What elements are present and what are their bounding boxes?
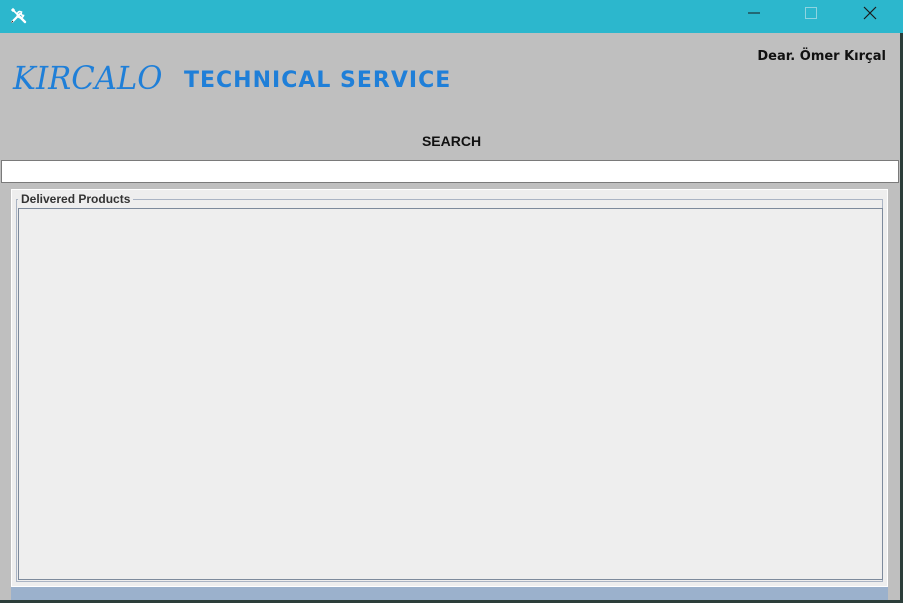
minimize-button[interactable] <box>731 0 777 30</box>
delivered-products-list[interactable] <box>18 208 883 580</box>
maximize-icon <box>805 6 817 24</box>
maximize-button[interactable] <box>788 0 834 30</box>
brand-logo: KIRCALO <box>13 59 163 97</box>
close-button[interactable] <box>847 0 893 30</box>
window-titlebar[interactable] <box>0 0 903 33</box>
page-title: TECHNICAL SERVICE <box>184 68 452 93</box>
close-icon <box>863 6 877 25</box>
minimize-icon <box>748 6 760 24</box>
search-input[interactable] <box>1 160 899 183</box>
search-label: SEARCH <box>421 133 482 149</box>
user-greeting: Dear. Ömer Kırçal <box>757 49 886 64</box>
status-strip <box>11 587 888 600</box>
delivered-products-panel: Delivered Products <box>11 189 888 587</box>
tools-icon <box>9 6 29 26</box>
panel-title: Delivered Products <box>18 192 134 206</box>
